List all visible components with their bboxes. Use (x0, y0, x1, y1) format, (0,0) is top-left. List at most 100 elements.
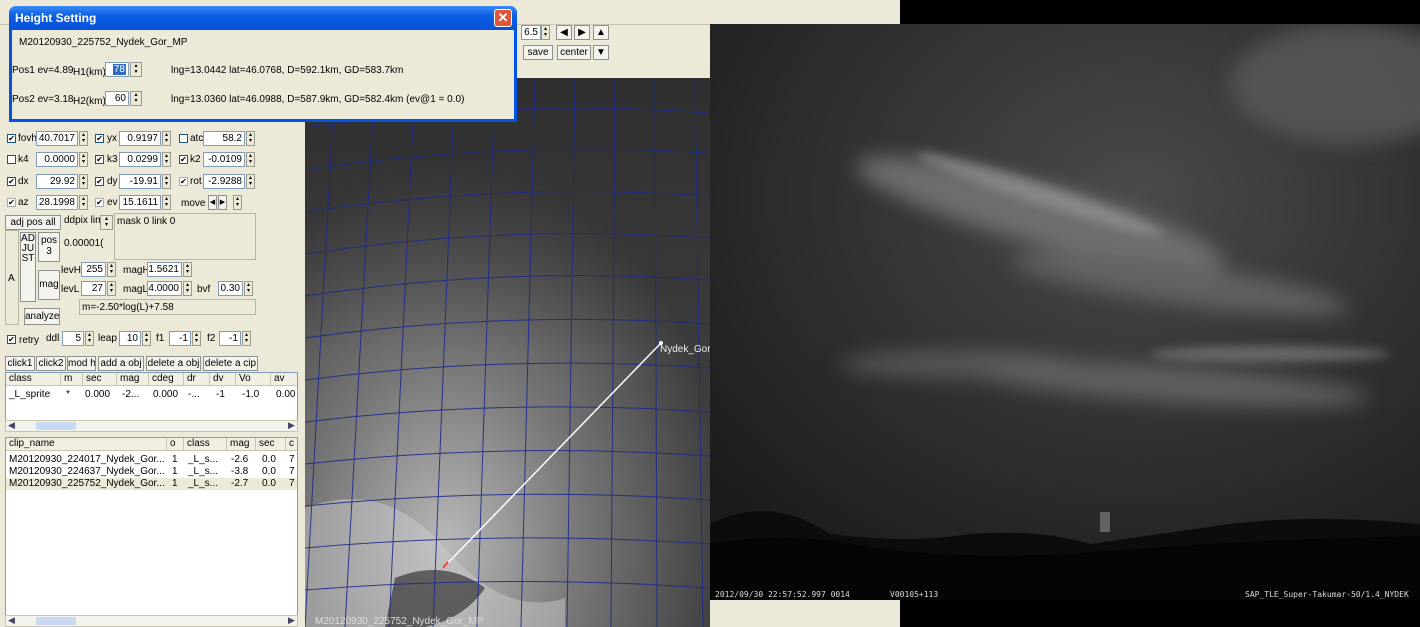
az-field[interactable]: 28.1998 (36, 195, 78, 210)
next-button[interactable]: ▶ (574, 25, 590, 40)
retry-checkbox[interactable]: ✔ (7, 335, 16, 344)
obj-header-dr[interactable]: dr (184, 373, 210, 386)
atc-spinner[interactable]: ▴ ▾ (246, 131, 255, 146)
click2-button[interactable]: click2 (36, 356, 66, 371)
magH-spinner[interactable]: ▴ ▾ (183, 262, 192, 277)
save-button[interactable]: save (523, 45, 553, 60)
dx-checkbox[interactable]: ✔ (7, 177, 16, 186)
magH-field[interactable]: 1.5621 (147, 262, 182, 277)
yx-spinner[interactable]: ▴ ▾ (162, 131, 171, 146)
leap-field[interactable]: 10 (119, 331, 141, 346)
ev-spinner[interactable]: ▴ ▾ (162, 195, 171, 210)
move-spinner[interactable]: ▴ ▾ (233, 195, 242, 210)
ddpix-spinner[interactable]: ▴ ▾ (100, 215, 113, 230)
az-checkbox[interactable]: ✔ (7, 198, 16, 207)
mod-h-button[interactable]: mod h (67, 356, 96, 371)
dx-field[interactable]: 29.92 (36, 174, 78, 189)
yx-field[interactable]: 0.9197 (119, 131, 161, 146)
rot-field[interactable]: -2.9288 (203, 174, 245, 189)
table-row[interactable]: M20120930_224637_Nydek_Gor... 1 _L_s... … (6, 466, 297, 478)
ev-checkbox[interactable]: ✔ (95, 198, 104, 207)
dy-field[interactable]: -19.91 (119, 174, 161, 189)
k2-spinner[interactable]: ▴ ▾ (246, 152, 255, 167)
zoom-field[interactable]: 6.5 (521, 25, 541, 40)
analyze-button[interactable]: analyze (24, 308, 60, 325)
ddl-field[interactable]: 5 (62, 331, 84, 346)
k3-field[interactable]: 0.0299 (119, 152, 161, 167)
k4-spinner[interactable]: ▴ ▾ (79, 152, 88, 167)
dropdown-button[interactable]: ▼ (593, 45, 609, 60)
k4-checkbox[interactable] (7, 155, 16, 164)
bvf-field[interactable]: 0.30 (218, 281, 243, 296)
move-left-button[interactable]: ◀ (208, 195, 217, 210)
h1-spinner[interactable]: ▴ ▾ (130, 62, 142, 77)
ddl-spinner[interactable]: ▴ ▾ (85, 331, 94, 346)
obj-header-av[interactable]: av (271, 373, 297, 386)
click1-button[interactable]: click1 (5, 356, 35, 371)
rot-spinner[interactable]: ▴ ▾ (246, 174, 255, 189)
obj-header-sec[interactable]: sec (83, 373, 117, 386)
pos3-button[interactable]: pos 3 (38, 232, 60, 262)
k4-field[interactable]: 0.0000 (36, 152, 78, 167)
obj-header-dv[interactable]: dv (210, 373, 236, 386)
fovh-spinner[interactable]: ▴ ▾ (79, 131, 88, 146)
atc-checkbox[interactable] (179, 134, 188, 143)
f2-field[interactable]: -1 (219, 331, 241, 346)
table-row-selected[interactable]: M20120930_225752_Nydek_Gor... 1 _L_s... … (6, 478, 297, 490)
atc-field[interactable]: 58.2 (203, 131, 245, 146)
object-table-scrollbar[interactable]: ◀ ▶ (5, 420, 298, 432)
map-view[interactable]: Nydek_Gor M20120930_225752_Nydek_Gor_MP (305, 78, 710, 627)
levH-field[interactable]: 255 (81, 262, 106, 277)
rot-checkbox[interactable]: ✔ (179, 177, 188, 186)
levL-spinner[interactable]: ▴ ▾ (107, 281, 116, 296)
scroll-left-icon[interactable]: ◀ (8, 615, 15, 626)
clip-table-scrollbar[interactable]: ◀ ▶ (5, 615, 298, 627)
adjust-button[interactable]: ADJUST (20, 232, 36, 302)
center-button[interactable]: center (557, 45, 591, 60)
k3-spinner[interactable]: ▴ ▾ (162, 152, 171, 167)
delete-cip-button[interactable]: delete a cip (203, 356, 258, 371)
k3-checkbox[interactable]: ✔ (95, 155, 104, 164)
mag-button[interactable]: mag (38, 270, 60, 300)
bvf-spinner[interactable]: ▴ ▾ (244, 281, 253, 296)
az-spinner[interactable]: ▴ ▾ (79, 195, 88, 210)
add-obj-button[interactable]: add a obj (98, 356, 144, 371)
dy-spinner[interactable]: ▴ ▾ (162, 174, 171, 189)
obj-header-mag[interactable]: mag (117, 373, 149, 386)
levH-spinner[interactable]: ▴ ▾ (107, 262, 116, 277)
prev-button[interactable]: ◀ (556, 25, 572, 40)
adj-pos-all-button[interactable]: adj pos all (5, 215, 61, 230)
magL-spinner[interactable]: ▴ ▾ (183, 281, 192, 296)
clip-header-sec[interactable]: sec (256, 438, 286, 451)
fovh-checkbox[interactable]: ✔ (7, 134, 16, 143)
f1-field[interactable]: -1 (169, 331, 191, 346)
scroll-left-icon[interactable]: ◀ (8, 420, 15, 431)
ev-field[interactable]: 15.1611 (119, 195, 161, 210)
f1-spinner[interactable]: ▴ ▾ (192, 331, 201, 346)
k2-field[interactable]: -0.0109 (203, 152, 245, 167)
leap-spinner[interactable]: ▴ ▾ (142, 331, 151, 346)
fovh-field[interactable]: 40.7017 (36, 131, 78, 146)
up-button[interactable]: ▲ (593, 25, 609, 40)
camera-view[interactable]: 2012/09/30 22:57:52.997 0014 V00105+113 … (710, 24, 1420, 600)
h1-field[interactable]: 78 (105, 62, 129, 77)
obj-header-class[interactable]: class (6, 373, 61, 386)
yx-checkbox[interactable]: ✔ (95, 134, 104, 143)
clip-header-c[interactable]: c (286, 438, 297, 451)
clip-header-class[interactable]: class (184, 438, 227, 451)
obj-header-vo[interactable]: Vo (236, 373, 271, 386)
obj-header-cdeg[interactable]: cdeg (149, 373, 184, 386)
k2-checkbox[interactable]: ✔ (179, 155, 188, 164)
scroll-thumb[interactable] (36, 617, 76, 625)
magL-field[interactable]: 4.0000 (147, 281, 182, 296)
clip-header-mag[interactable]: mag (227, 438, 256, 451)
clip-header-o[interactable]: o (167, 438, 184, 451)
scroll-right-icon[interactable]: ▶ (288, 615, 295, 626)
h2-spinner[interactable]: ▴ ▾ (130, 91, 142, 106)
f2-spinner[interactable]: ▴ ▾ (242, 331, 251, 346)
zoom-spinner[interactable]: ▴ ▾ (541, 25, 550, 40)
move-right-button[interactable]: ▶ (218, 195, 227, 210)
obj-header-m[interactable]: m (61, 373, 83, 386)
clip-header-name[interactable]: clip_name (6, 438, 167, 451)
levL-field[interactable]: 27 (81, 281, 106, 296)
